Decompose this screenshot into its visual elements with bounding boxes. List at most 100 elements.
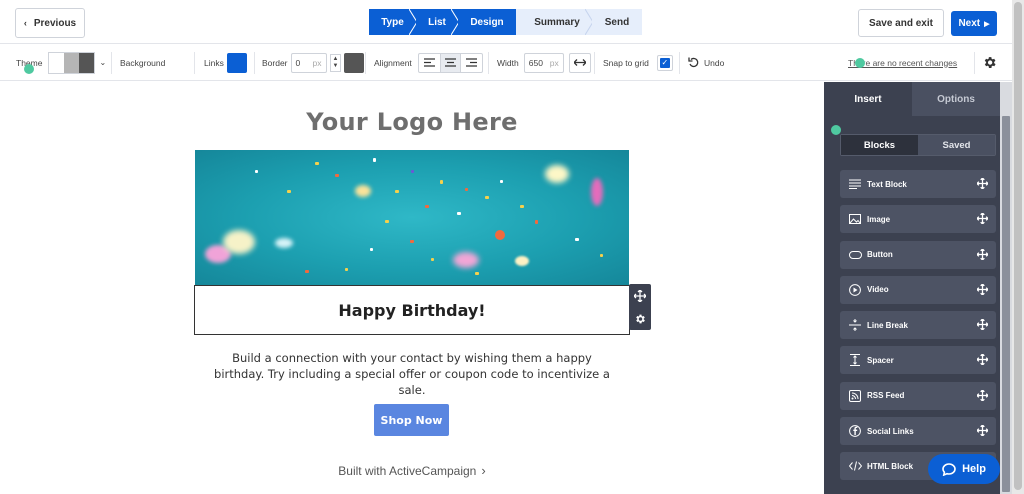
previous-label: Previous xyxy=(33,17,77,29)
step-label: Design xyxy=(470,16,504,28)
width-unit: px xyxy=(549,57,559,68)
page-scroll-thumb[interactable] xyxy=(1014,2,1022,490)
hotspot-dot[interactable] xyxy=(831,125,841,135)
hotspot-dot[interactable] xyxy=(24,64,34,74)
theme-swatches[interactable] xyxy=(48,51,96,74)
links-control[interactable]: Links xyxy=(204,44,247,81)
segment-blocks[interactable]: Blocks xyxy=(841,135,918,155)
block-label: Text Block xyxy=(867,179,907,189)
block-video[interactable]: Video xyxy=(840,275,996,304)
border-width-input[interactable]: 0 px xyxy=(290,52,327,73)
caret-right-icon: ▶ xyxy=(984,20,990,28)
snap-label: Snap to grid xyxy=(603,57,649,68)
step-summary[interactable]: Summary xyxy=(516,9,593,35)
gear-icon xyxy=(984,57,996,68)
step-label: Type xyxy=(381,16,404,28)
links-label: Links xyxy=(204,57,224,68)
undo-button[interactable]: Undo xyxy=(688,44,724,81)
block-label: Image xyxy=(867,214,891,224)
block-button[interactable]: Button xyxy=(840,240,996,269)
move-icon[interactable] xyxy=(977,178,988,189)
checkmark-icon: ✓ xyxy=(659,57,670,68)
background-control[interactable]: Background xyxy=(120,44,165,81)
play-circle-icon xyxy=(848,283,862,297)
block-image[interactable]: Image xyxy=(840,205,996,234)
move-icon[interactable] xyxy=(977,389,988,401)
background-label: Background xyxy=(120,57,166,68)
move-icon[interactable] xyxy=(977,425,988,437)
links-color-swatch[interactable] xyxy=(226,52,247,73)
logo-placeholder[interactable]: Your Logo Here xyxy=(195,108,629,136)
block-line-break[interactable]: Line Break xyxy=(840,311,996,340)
chevron-down-icon[interactable]: ⌄ xyxy=(99,58,106,67)
step-design[interactable]: Design xyxy=(458,9,522,35)
move-icon[interactable] xyxy=(977,248,988,260)
previous-button[interactable]: ‹ Previous xyxy=(15,8,85,38)
block-tools xyxy=(629,284,651,330)
move-icon[interactable] xyxy=(634,289,646,302)
move-icon[interactable] xyxy=(977,213,988,225)
page-scrollbar[interactable] xyxy=(1012,0,1024,494)
settings-button[interactable] xyxy=(982,44,997,81)
align-right-button[interactable] xyxy=(461,54,482,72)
code-icon xyxy=(848,459,862,473)
block-label: RSS Feed xyxy=(867,391,905,401)
built-with-footer[interactable]: Built with ActiveCampaign › xyxy=(320,463,504,478)
block-spacer[interactable]: Spacer xyxy=(840,346,996,375)
theme-swatch-gray xyxy=(64,52,80,73)
theme-swatch-dark xyxy=(79,52,95,73)
theme-swatch-white xyxy=(49,52,65,73)
top-bar: ‹ Previous Type List Design Summary Send… xyxy=(0,0,1012,44)
chevron-right-icon: › xyxy=(481,463,486,478)
width-label: Width xyxy=(497,57,519,68)
step-down-icon[interactable]: ▼ xyxy=(333,63,339,70)
step-type[interactable]: Type xyxy=(369,9,417,35)
segment-saved[interactable]: Saved xyxy=(918,135,995,155)
blocks-saved-toggle: Blocks Saved xyxy=(840,134,996,156)
line-break-icon xyxy=(848,318,862,332)
help-button[interactable]: Help xyxy=(928,454,1000,484)
move-icon[interactable] xyxy=(977,354,988,366)
chevron-left-icon: ‹ xyxy=(23,18,27,28)
rss-icon xyxy=(848,389,862,403)
button-pill-icon xyxy=(848,248,862,262)
headline-text-block[interactable]: Happy Birthday! xyxy=(194,285,630,335)
block-text[interactable]: Text Block xyxy=(840,170,996,198)
step-label: Summary xyxy=(534,16,580,28)
step-list[interactable]: List xyxy=(416,9,459,35)
hotspot-dot[interactable] xyxy=(855,58,865,68)
panel-tabs: Insert Options xyxy=(824,82,1000,116)
border-value: 0 xyxy=(295,57,301,68)
next-button[interactable]: Next ▶ xyxy=(951,11,997,36)
gear-icon[interactable] xyxy=(634,313,646,325)
border-color-swatch[interactable] xyxy=(344,52,365,73)
snap-checkbox[interactable]: ✓ xyxy=(656,54,673,71)
tab-insert[interactable]: Insert xyxy=(824,82,912,116)
alignment-control: Alignment xyxy=(374,44,483,81)
body-text-block[interactable]: Build a connection with your contact by … xyxy=(213,350,611,398)
align-center-icon xyxy=(444,58,456,67)
move-icon[interactable] xyxy=(977,283,988,295)
full-width-button[interactable] xyxy=(568,52,591,73)
panel-scrollbar[interactable] xyxy=(1000,82,1012,494)
block-label: Social Links xyxy=(867,426,914,436)
save-and-exit-button[interactable]: Save and exit xyxy=(858,9,944,37)
theme-control[interactable]: Theme ⌄ xyxy=(16,44,106,81)
panel-scroll-thumb[interactable] xyxy=(1002,116,1010,492)
shop-now-button[interactable]: Shop Now xyxy=(374,404,449,436)
confetti-hero-image[interactable] xyxy=(195,150,629,285)
block-social-links[interactable]: Social Links xyxy=(840,417,996,446)
width-input[interactable]: 650 px xyxy=(523,52,564,73)
block-rss-feed[interactable]: RSS Feed xyxy=(840,381,996,410)
align-left-button[interactable] xyxy=(419,54,440,72)
align-center-button[interactable] xyxy=(439,53,461,72)
snap-to-grid-control[interactable]: Snap to grid ✓ xyxy=(603,44,673,81)
tab-options[interactable]: Options xyxy=(912,82,1000,116)
border-label: Border xyxy=(262,57,288,68)
step-up-icon[interactable]: ▲ xyxy=(333,56,339,63)
border-stepper[interactable]: ▲ ▼ xyxy=(329,53,342,72)
width-control: Width 650 px xyxy=(497,44,591,81)
move-icon[interactable] xyxy=(977,319,988,331)
undo-label: Undo xyxy=(704,57,725,68)
step-send[interactable]: Send xyxy=(592,9,642,35)
